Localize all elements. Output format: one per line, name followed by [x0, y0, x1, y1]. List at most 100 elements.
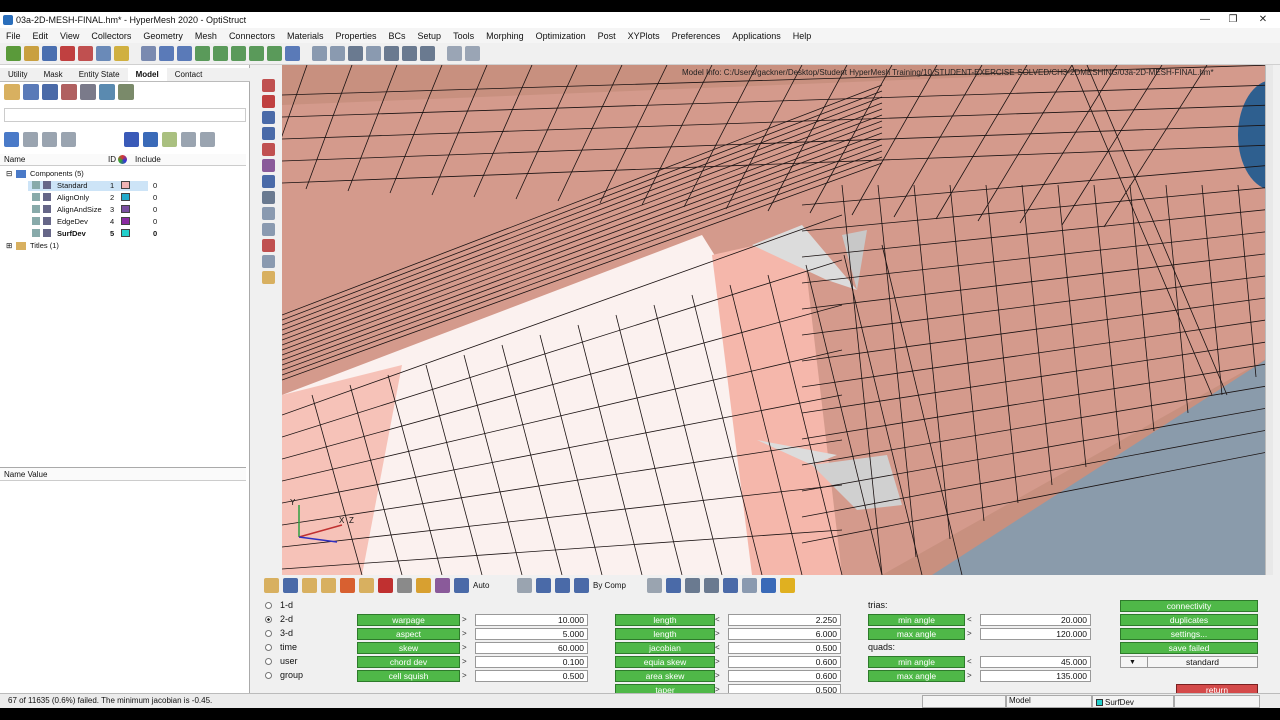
component-color-swatch[interactable]: [121, 205, 130, 213]
abc-red-icon[interactable]: [261, 239, 275, 252]
numbers-icon[interactable]: [261, 191, 275, 204]
mask-icon[interactable]: [261, 79, 275, 92]
tree-titles-folder[interactable]: ⊞ Titles (1): [0, 240, 246, 252]
entity-view-icon[interactable]: [23, 84, 39, 100]
group-icon[interactable]: [397, 577, 412, 593]
maximize-button[interactable]: ❐: [1218, 13, 1248, 27]
grid-icon[interactable]: [742, 577, 757, 593]
elements-icon[interactable]: [162, 132, 177, 147]
trias-min-angle-button[interactable]: min angle: [868, 614, 965, 626]
quads-max-angle-field[interactable]: 135.000: [980, 670, 1091, 682]
radio-group[interactable]: group: [265, 670, 303, 680]
axis-view-2-icon[interactable]: [213, 46, 228, 61]
tab-mask[interactable]: Mask: [36, 68, 71, 81]
solid-mode-icon[interactable]: [723, 577, 738, 593]
menu-preferences[interactable]: Preferences: [666, 31, 727, 41]
expand-icon[interactable]: ⊞: [6, 241, 12, 250]
zoom-window-icon[interactable]: [330, 46, 345, 61]
cube-icon[interactable]: [555, 577, 570, 593]
mesh-mode-icon[interactable]: [647, 577, 662, 593]
component-color-swatch[interactable]: [121, 217, 130, 225]
export-icon[interactable]: [78, 46, 93, 61]
tag-icon[interactable]: [340, 577, 355, 593]
menu-xyplots[interactable]: XYPlots: [622, 31, 666, 41]
rotate-icon[interactable]: [384, 46, 399, 61]
bycomp-icon[interactable]: [574, 577, 589, 593]
wireframe-icon[interactable]: [261, 127, 275, 140]
hide-icon[interactable]: [42, 132, 57, 147]
shaded-icon[interactable]: [261, 111, 275, 124]
delete-icon[interactable]: [378, 577, 393, 593]
menu-file[interactable]: File: [0, 31, 27, 41]
isolate-icon[interactable]: [61, 132, 76, 147]
spin-icon[interactable]: [402, 46, 417, 61]
menu-geometry[interactable]: Geometry: [137, 31, 189, 41]
visibility-icon[interactable]: [32, 193, 40, 201]
display-mode-icon[interactable]: [4, 132, 19, 147]
cell-squish-field[interactable]: 0.500: [475, 670, 588, 682]
menu-edit[interactable]: Edit: [27, 31, 55, 41]
minimize-button[interactable]: —: [1190, 13, 1220, 27]
column-id[interactable]: ID: [108, 155, 116, 164]
menu-mesh[interactable]: Mesh: [189, 31, 223, 41]
hand-icon[interactable]: [366, 46, 381, 61]
abc-icon[interactable]: [261, 223, 275, 236]
folder-icon[interactable]: [114, 46, 129, 61]
radio-3d[interactable]: 3-d: [265, 628, 293, 638]
unmask-icon[interactable]: [261, 95, 275, 108]
visibility-icon[interactable]: [32, 205, 40, 213]
tab-contact[interactable]: Contact: [167, 68, 211, 81]
find-icon[interactable]: [261, 159, 275, 172]
tree-components-folder[interactable]: ⊟ Components (5): [0, 168, 246, 180]
surface-mode-icon[interactable]: [704, 577, 719, 593]
menu-bcs[interactable]: BCs: [383, 31, 412, 41]
line-mode-icon[interactable]: [685, 577, 700, 593]
zoom-icon[interactable]: [141, 46, 156, 61]
component-row[interactable]: Standard 1 0: [0, 180, 246, 192]
shaded-mode-icon[interactable]: [143, 132, 158, 147]
menu-help[interactable]: Help: [787, 31, 818, 41]
element-mode-icon[interactable]: [666, 577, 681, 593]
close-button[interactable]: ✕: [1248, 13, 1278, 27]
import-icon[interactable]: [60, 46, 75, 61]
quads-min-angle-field[interactable]: 45.000: [980, 656, 1091, 668]
menu-connectors[interactable]: Connectors: [223, 31, 281, 41]
open-model-icon[interactable]: [24, 46, 39, 61]
center-icon[interactable]: [420, 46, 435, 61]
tab-model[interactable]: Model: [127, 68, 167, 81]
equia-skew-button[interactable]: equia skew: [615, 656, 715, 668]
radio-time[interactable]: time: [265, 642, 297, 652]
visibility-icon[interactable]: [32, 229, 40, 237]
axis-view-4-icon[interactable]: [249, 46, 264, 61]
auto-color-icon[interactable]: [454, 577, 469, 593]
trias-max-angle-field[interactable]: 120.000: [980, 628, 1091, 640]
tab-utility[interactable]: Utility: [0, 68, 36, 81]
pan-icon[interactable]: [348, 46, 363, 61]
aspect-field[interactable]: 5.000: [475, 628, 588, 640]
new-model-icon[interactable]: [6, 46, 21, 61]
radio-1d[interactable]: 1-d: [265, 600, 293, 610]
component-row[interactable]: AlignOnly 2 0: [0, 192, 246, 204]
expand-collapse-icon[interactable]: ⊟: [6, 169, 12, 178]
undo-icon[interactable]: [447, 46, 462, 61]
include-view-icon[interactable]: [118, 84, 134, 100]
save-model-icon[interactable]: [42, 46, 57, 61]
save-failed-button[interactable]: save failed: [1120, 642, 1258, 654]
open-icon[interactable]: [264, 577, 279, 593]
chord-dev-field[interactable]: 0.100: [475, 656, 588, 668]
radio-2d[interactable]: 2-d: [265, 614, 293, 624]
user-profile-icon[interactable]: [96, 46, 111, 61]
color-mode-icon[interactable]: [124, 132, 139, 147]
measure-icon[interactable]: [261, 207, 275, 220]
organize-icon[interactable]: [321, 577, 336, 593]
graphics-viewport[interactable]: Model Info: C:/Users/gackner/Desktop/Stu…: [282, 65, 1273, 575]
menu-morphing[interactable]: Morphing: [480, 31, 530, 41]
redo-icon[interactable]: [465, 46, 480, 61]
length-max-field[interactable]: 6.000: [728, 628, 841, 640]
length-min-button[interactable]: length: [615, 614, 715, 626]
component-row[interactable]: AlignAndSize 3 0: [0, 204, 246, 216]
material-view-icon[interactable]: [61, 84, 77, 100]
lasso-icon[interactable]: [517, 577, 532, 593]
browser-search-field[interactable]: [4, 108, 246, 122]
star-icon[interactable]: [780, 577, 795, 593]
